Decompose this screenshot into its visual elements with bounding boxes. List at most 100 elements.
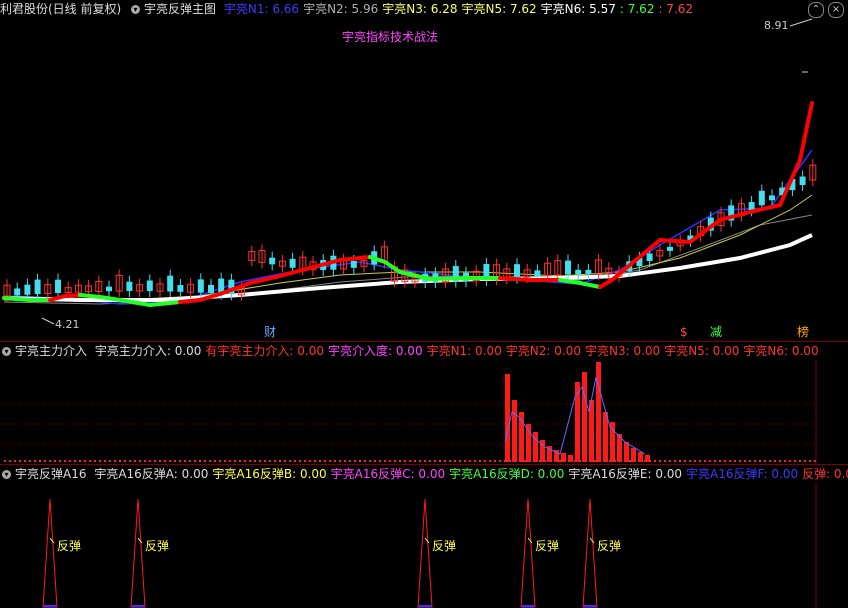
baseline-dot xyxy=(309,460,311,462)
marker-jian[interactable]: 减 xyxy=(710,325,722,339)
signal-arrow xyxy=(527,537,533,544)
baseline-dot xyxy=(489,460,491,462)
ma-yellow-line xyxy=(3,194,813,302)
baseline-dot xyxy=(114,460,116,462)
baseline-dot xyxy=(629,460,631,462)
baseline-dot xyxy=(239,460,241,462)
baseline-dot xyxy=(69,460,71,462)
marker-cai[interactable]: 财 xyxy=(264,325,276,339)
candle-body xyxy=(106,286,112,292)
signal-arrow xyxy=(49,537,55,544)
candle-body xyxy=(534,270,541,277)
baseline-dot xyxy=(24,460,26,462)
baseline-dot xyxy=(199,460,201,462)
candle-body xyxy=(167,275,174,292)
candlestick-chart[interactable]: 8.91 4.21 xyxy=(0,0,848,340)
trend-segment xyxy=(628,238,662,267)
baseline-dot xyxy=(39,460,41,462)
baseline-dot xyxy=(739,460,741,462)
baseline-dot xyxy=(474,460,476,462)
baseline-dot xyxy=(89,460,91,462)
baseline-dot xyxy=(409,460,411,462)
baseline-dot xyxy=(809,460,811,462)
baseline-dot xyxy=(759,460,761,462)
rebound-pane[interactable]: ▾ 宇亮反弹A16 宇亮A16反弹A: 0.00 宇亮A16反弹B: 0.00 宇亮A… xyxy=(0,465,848,608)
baseline-dot xyxy=(169,460,171,462)
trend-segment xyxy=(428,276,472,281)
candle-body xyxy=(24,284,31,295)
main-force-histogram[interactable] xyxy=(0,342,848,464)
baseline-dot xyxy=(449,460,451,462)
baseline-dot xyxy=(429,460,431,462)
rebound-signal-label: 反弹 xyxy=(535,539,559,553)
candle-body xyxy=(667,246,673,251)
baseline-dot xyxy=(314,460,316,462)
histogram-bar xyxy=(638,452,643,462)
candle-body xyxy=(146,280,153,292)
baseline-dot xyxy=(684,460,686,462)
baseline-dot xyxy=(464,460,466,462)
marker-bang[interactable]: 榜 xyxy=(797,325,809,339)
histogram-bar xyxy=(603,412,608,462)
baseline-dot xyxy=(469,460,471,462)
high-price-arrow xyxy=(789,18,813,27)
high-price-label: 8.91 xyxy=(764,19,789,32)
baseline-dot xyxy=(799,460,801,462)
baseline-dot xyxy=(54,460,56,462)
baseline-dot xyxy=(704,460,706,462)
histogram-bar xyxy=(645,455,650,462)
baseline-dot xyxy=(784,460,786,462)
baseline-dot xyxy=(454,460,456,462)
rebound-signal-label: 反弹 xyxy=(432,539,456,553)
baseline-dot xyxy=(484,460,486,462)
baseline-dot xyxy=(344,460,346,462)
baseline-dot xyxy=(379,460,381,462)
baseline-dot xyxy=(219,460,221,462)
candle-body xyxy=(514,264,520,278)
rebound-signal-chart[interactable]: 反弹 反弹 反弹 反弹 反弹 xyxy=(0,465,848,608)
baseline-dot xyxy=(214,460,216,462)
baseline-dot xyxy=(244,460,246,462)
baseline-dot xyxy=(194,460,196,462)
rebound-signal-label: 反弹 xyxy=(597,539,621,553)
marker-dollar[interactable]: $ xyxy=(680,325,688,339)
histogram-bar xyxy=(512,400,517,462)
baseline-dot xyxy=(729,460,731,462)
baseline-dot xyxy=(164,460,166,462)
baseline-dot xyxy=(699,460,701,462)
low-price-arrow xyxy=(41,317,55,325)
baseline-dot xyxy=(679,460,681,462)
main-chart-pane[interactable]: 利君股份(日线 前复权) ▾ 宇亮反弹主图 宇亮N1: 6.66 宇亮N2: 5.9… xyxy=(0,0,848,340)
baseline-dot xyxy=(339,460,341,462)
candle-body xyxy=(14,288,21,296)
baseline-dot xyxy=(389,460,391,462)
baseline-dot xyxy=(294,460,296,462)
baseline-dot xyxy=(789,460,791,462)
baseline-dot xyxy=(334,460,336,462)
trend-segment xyxy=(2,296,32,302)
histogram-bar xyxy=(596,362,601,462)
baseline-dot xyxy=(34,460,36,462)
baseline-dot xyxy=(79,460,81,462)
baseline-dot xyxy=(224,460,226,462)
baseline-dot xyxy=(594,460,596,462)
baseline-dot xyxy=(74,460,76,462)
baseline-dot xyxy=(689,460,691,462)
trend-segment xyxy=(688,218,722,244)
baseline-dot xyxy=(394,460,396,462)
baseline-dot xyxy=(29,460,31,462)
trend-segment xyxy=(498,276,532,282)
baseline-dot xyxy=(754,460,756,462)
baseline-dot xyxy=(674,460,676,462)
baseline-dot xyxy=(249,460,251,462)
trend-segment xyxy=(178,298,202,304)
baseline-dot xyxy=(424,460,426,462)
main-force-pane[interactable]: ▾ 宇亮主力介入 宇亮主力介入: 0.00 有宇亮主力介入: 0.00 宇亮介入度: … xyxy=(0,342,848,464)
baseline-dot xyxy=(304,460,306,462)
rebound-signal-label: 反弹 xyxy=(57,539,81,553)
histogram-bar xyxy=(533,432,538,462)
baseline-dot xyxy=(99,460,101,462)
baseline-dot xyxy=(144,460,146,462)
baseline-dot xyxy=(719,460,721,462)
baseline-dot xyxy=(229,460,231,462)
